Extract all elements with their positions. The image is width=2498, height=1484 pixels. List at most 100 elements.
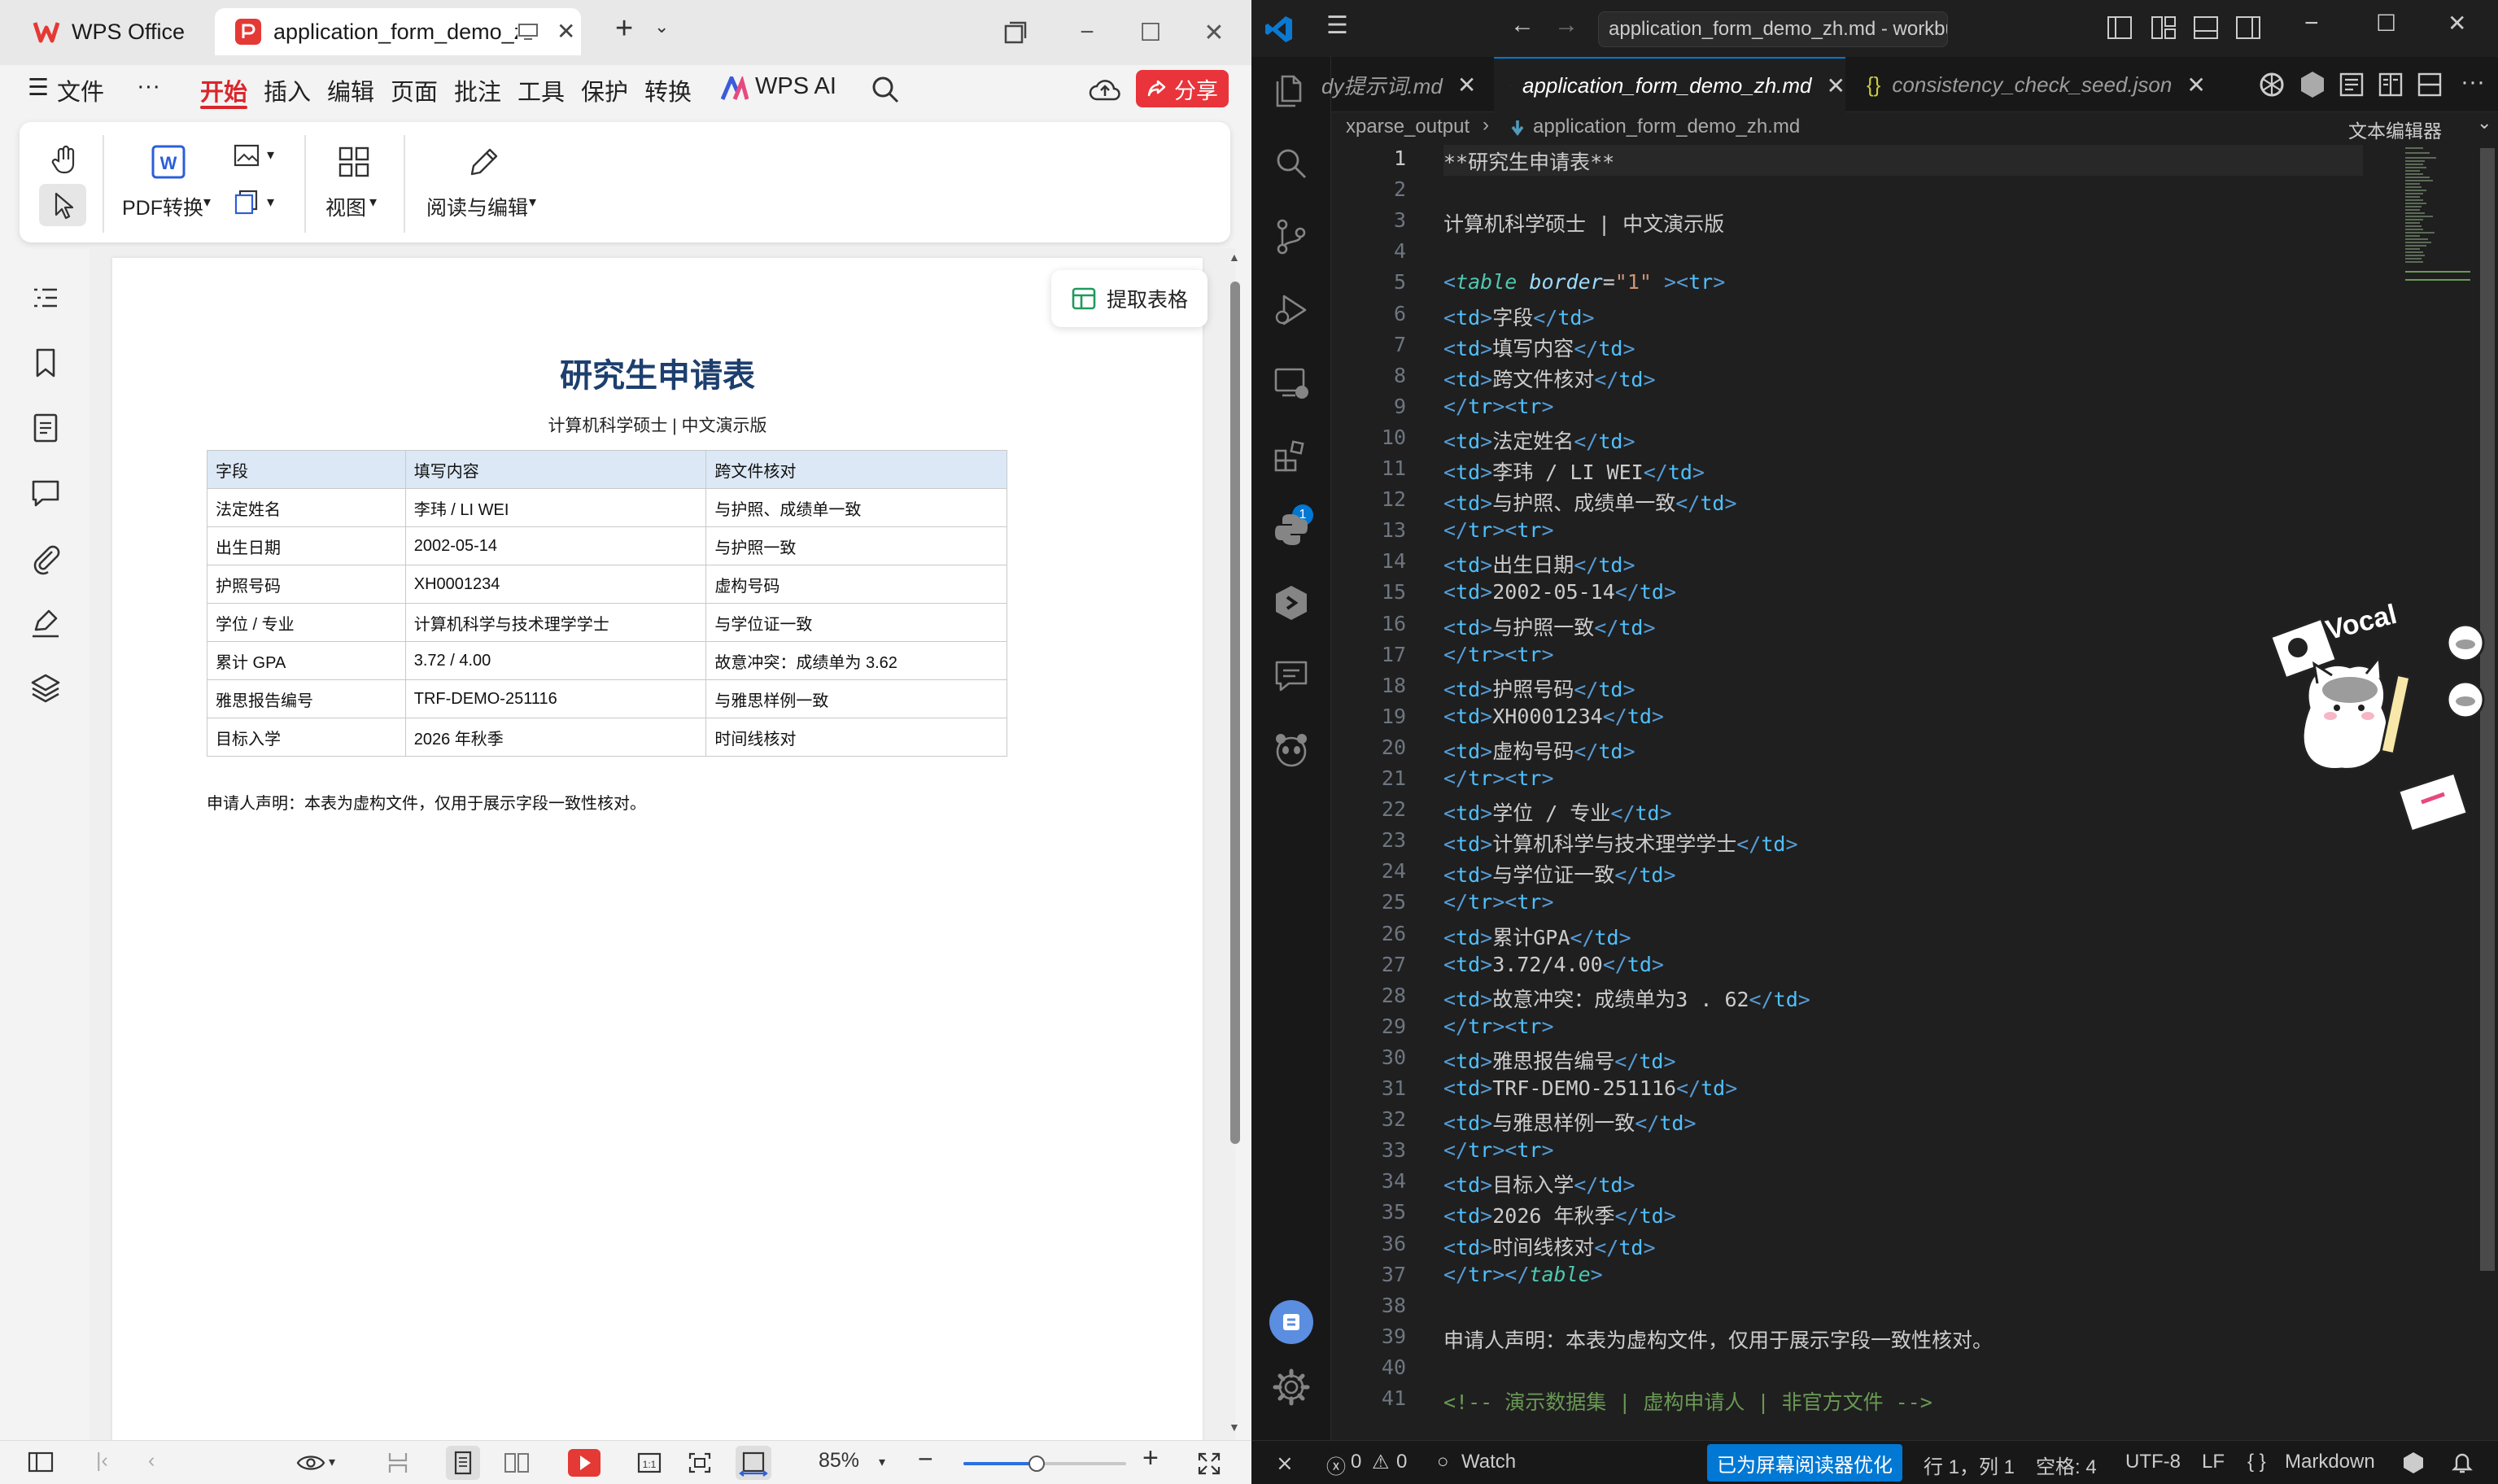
scroll-up-arrow-icon[interactable]: ▲ — [1229, 251, 1240, 264]
vscode-minimize-button[interactable]: − — [2304, 10, 2319, 37]
breadcrumb-file[interactable]: application_form_demo_zh.md — [1533, 116, 1800, 138]
thumbnail-icon[interactable] — [28, 410, 63, 446]
scroll-down-arrow-icon[interactable]: ▼ — [1229, 1421, 1240, 1434]
single-page-view-button[interactable] — [446, 1446, 480, 1480]
open-preview-side-icon[interactable] — [2378, 72, 2404, 98]
wps-close-button[interactable]: ✕ — [1196, 15, 1232, 50]
nav-back-icon[interactable]: ← — [1510, 11, 1535, 39]
comment-icon[interactable] — [28, 475, 63, 511]
indentation[interactable]: 空格: 4 — [2036, 1451, 2097, 1479]
select-tool-button[interactable] — [39, 184, 86, 226]
signature-pen-icon[interactable] — [28, 605, 63, 641]
close-tab-icon[interactable]: ✕ — [1827, 72, 1845, 99]
read-edit-label[interactable]: 阅读与编辑 — [426, 192, 528, 221]
fit-width-button[interactable] — [736, 1446, 771, 1480]
tab-consistency-json[interactable]: {} consistency_check_seed.json ✕ — [1852, 57, 2206, 112]
watch-label[interactable]: Watch — [1461, 1451, 1516, 1473]
panda-extension-icon[interactable] — [1271, 729, 1312, 770]
share-button[interactable]: 分享 — [1136, 70, 1229, 107]
search-icon[interactable] — [1271, 143, 1312, 184]
pdf-to-word-icon[interactable]: W — [150, 143, 187, 181]
screen-reader-optimized-button[interactable]: 已为屏幕阅读器优化 — [1707, 1444, 1902, 1482]
toggle-primary-sidebar-icon[interactable] — [2106, 15, 2133, 41]
language-mode[interactable]: Markdown — [2285, 1451, 2375, 1473]
nav-forward-icon[interactable]: → — [1554, 11, 1579, 39]
zoom-slider[interactable] — [963, 1456, 1126, 1472]
zoom-level[interactable]: 85% — [819, 1449, 859, 1473]
attachment-icon[interactable] — [28, 540, 63, 576]
menu-edit[interactable]: 编辑 — [327, 73, 374, 107]
toggle-panel-icon[interactable] — [2192, 15, 2220, 41]
close-tab-icon[interactable]: ✕ — [2186, 72, 2205, 98]
tab-prompt-md[interactable]: dy提示词.md ✕ — [1321, 57, 1491, 112]
bookmark-icon[interactable] — [28, 345, 63, 381]
remote-indicator-icon[interactable]: ⨯ — [1276, 1451, 1294, 1476]
vscode-maximize-button[interactable]: ☐ — [2376, 10, 2396, 37]
chat-icon[interactable] — [1271, 656, 1312, 696]
outline-icon[interactable] — [28, 280, 63, 316]
settings-gear-icon[interactable] — [1271, 1367, 1312, 1408]
run-debug-icon[interactable] — [1271, 290, 1312, 330]
wps-home-tab[interactable]: WPS Office — [13, 8, 208, 55]
tab-list-chevron-icon[interactable]: ⌄ — [654, 16, 669, 37]
editor-mode-label[interactable]: 文本编辑器 — [2348, 116, 2442, 143]
breadcrumb-folder[interactable]: xparse_output — [1346, 116, 1470, 138]
wps-scroll-thumb[interactable] — [1230, 282, 1240, 1144]
more-actions-icon[interactable]: ··· — [2461, 68, 2485, 96]
extensions-icon[interactable] — [1271, 436, 1312, 477]
double-page-icon[interactable] — [503, 1451, 531, 1475]
pdf-convert-dropdown-icon[interactable]: ▾ — [203, 194, 211, 211]
zoom-slider-thumb[interactable] — [1028, 1456, 1045, 1472]
close-tab-icon[interactable]: ✕ — [1457, 72, 1476, 98]
problems-warnings-count[interactable]: 0 — [1396, 1451, 1407, 1473]
play-slideshow-button[interactable] — [568, 1449, 600, 1477]
restore-layout-icon[interactable] — [1002, 20, 1028, 46]
menu-convert[interactable]: 转换 — [644, 73, 692, 107]
read-edit-dropdown-icon[interactable]: ▾ — [529, 194, 536, 211]
fit-page-icon[interactable] — [687, 1451, 713, 1475]
cloud-upload-icon[interactable] — [1089, 75, 1121, 104]
python-icon[interactable] — [1271, 509, 1312, 550]
toggle-secondary-sidebar-icon[interactable] — [2234, 15, 2262, 41]
split-editor-icon[interactable] — [2417, 72, 2443, 98]
cursor-position[interactable]: 行 1，列 1 — [1924, 1451, 2015, 1479]
tab-application-form-md[interactable]: application_form_demo_zh.md ✕ — [1494, 57, 1845, 112]
fullscreen-icon[interactable] — [1196, 1451, 1222, 1477]
eye-view-dropdown-icon[interactable]: ▾ — [329, 1454, 335, 1470]
menu-page[interactable]: 页面 — [391, 73, 438, 107]
new-tab-plus-icon[interactable]: + — [615, 11, 633, 46]
copy-pages-icon[interactable] — [233, 189, 260, 215]
hand-tool-icon[interactable] — [49, 143, 81, 176]
menu-protect[interactable]: 保护 — [581, 73, 628, 107]
zoom-in-button[interactable]: + — [1142, 1443, 1159, 1474]
wps-vertical-scrollbar[interactable]: ▲ ▼ — [1227, 244, 1242, 1448]
menu-file[interactable]: 文件 — [57, 73, 104, 107]
pencil-edit-icon[interactable] — [465, 143, 503, 181]
zoom-out-button[interactable]: − — [918, 1444, 933, 1474]
menu-tools[interactable]: 工具 — [518, 73, 565, 107]
image-convert-dropdown-icon[interactable]: ▾ — [267, 146, 274, 164]
sidebar-toggle-icon[interactable] — [28, 1451, 54, 1473]
menu-home[interactable]: 开始 — [200, 73, 247, 107]
view-label[interactable]: 视图 — [325, 192, 366, 221]
remote-explorer-icon[interactable] — [1271, 363, 1312, 404]
menu-hamburger-icon[interactable]: ☰ — [28, 73, 49, 102]
search-icon[interactable] — [871, 75, 900, 104]
menu-wps-ai[interactable]: WPS AI — [755, 73, 836, 100]
prev-page-icon[interactable]: ‹ — [148, 1449, 155, 1473]
zoom-dropdown-icon[interactable]: ▾ — [879, 1454, 885, 1470]
account-avatar[interactable] — [1269, 1300, 1313, 1344]
first-page-icon[interactable]: |‹ — [96, 1449, 108, 1473]
notifications-bell-icon[interactable] — [2451, 1451, 2474, 1475]
view-grid-icon[interactable] — [335, 143, 373, 181]
menu-insert[interactable]: 插入 — [264, 73, 311, 107]
openai-icon[interactable] — [2257, 70, 2286, 99]
layers-icon[interactable] — [28, 670, 63, 706]
menu-more[interactable]: ··· — [137, 73, 160, 100]
extract-table-button[interactable]: 提取表格 — [1051, 270, 1208, 327]
customize-layout-icon[interactable] — [2150, 15, 2177, 41]
end-of-line[interactable]: LF — [2202, 1451, 2225, 1473]
wps-doc-tab[interactable]: application_form_demo_zh.pdf ✕ — [215, 8, 581, 55]
page-split-icon[interactable] — [386, 1451, 410, 1475]
problems-errors-icon[interactable]: ⓧ — [1326, 1451, 1346, 1479]
